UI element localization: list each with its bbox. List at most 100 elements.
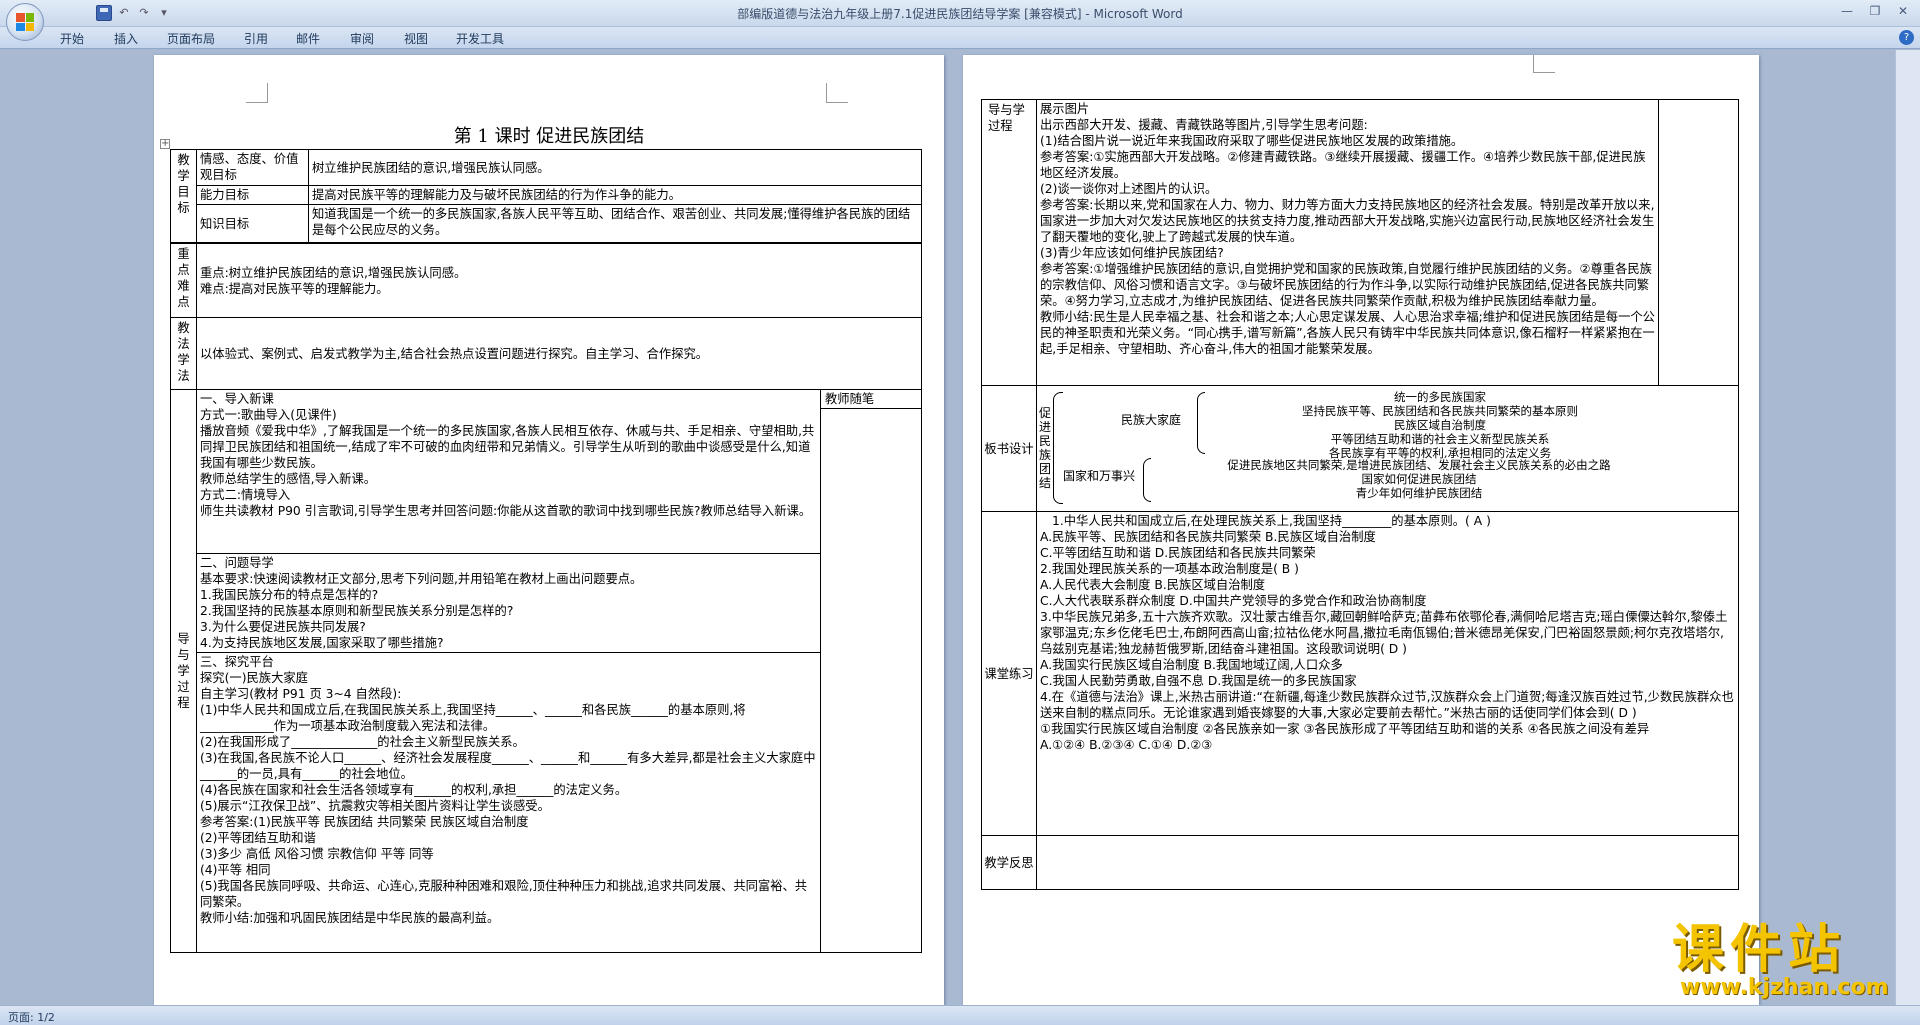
- paragraph: (4)各民族在国家和社会生活各领域享有______的权利,承担______的法定…: [200, 783, 628, 797]
- section-heading: 三、探究平台: [200, 655, 274, 669]
- board-branch-1-items: 统一的多民族国家 坚持民族平等、民族团结和各民族共同繁荣的基本原则 民族区域自治…: [1205, 390, 1675, 460]
- process-table-continued: 导与学过程 展示图片 出示西部大开发、援藏、青藏铁路等图片,引导学生思考问题: …: [981, 99, 1739, 890]
- reflect-content[interactable]: [1036, 835, 1739, 890]
- board-item: 青少年如何维护民族团结: [1355, 486, 1483, 500]
- question: 1.我国民族分布的特点是怎样的?: [200, 588, 379, 602]
- document-workspace: 第 1 课时 促进民族团结 + 教学目标 情感、态度、价值观目标 树立维护民族团…: [0, 50, 1895, 1005]
- goal-label-knowledge: 知识目标: [196, 204, 309, 243]
- paragraph: 展示图片: [1040, 102, 1090, 116]
- option: C.平等团结互助和谐 D.民族团结和各民族共同繁荣: [1040, 546, 1316, 560]
- board-brace: [1053, 392, 1063, 504]
- tab-view[interactable]: 视图: [404, 30, 428, 47]
- goal-text-ability: 提高对民族平等的理解能力及与破坏民族团结的行为作斗争的能力。: [308, 185, 922, 205]
- option: ①我国实行民族区域自治制度 ②各民族亲如一家 ③各民族形成了平等团结互助和谐的关…: [1040, 722, 1650, 736]
- practice-label: 课堂练习: [981, 511, 1037, 836]
- keypoint-difficulty: 难点:提高对民族平等的理解能力。: [200, 281, 389, 296]
- board-brace: [1197, 392, 1205, 454]
- tab-references[interactable]: 引用: [244, 30, 268, 47]
- paragraph: (2)平等团结互助和谐: [200, 831, 316, 845]
- teacher-notes-column: 教师随笔: [820, 389, 922, 953]
- board-item: 坚持民族平等、民族团结和各民族共同繁荣的基本原则: [1302, 404, 1578, 418]
- question: 4.在《道德与法治》课上,米热古丽讲道:“在新疆,每逢少数民族群众过节,汉族群众…: [1040, 690, 1734, 720]
- paragraph: 参考答案:(1)民族平等 民族团结 共同繁荣 民族区域自治制度: [200, 815, 529, 829]
- document-page-1: 第 1 课时 促进民族团结 + 教学目标 情感、态度、价值观目标 树立维护民族团…: [154, 55, 944, 1005]
- keypoint-focus: 重点:树立维护民族团结的意识,增强民族认同感。: [200, 265, 467, 280]
- ribbon-tab-bar: 开始 插入 页面布局 引用 邮件 审阅 视图 开发工具 ?: [0, 27, 1920, 49]
- paragraph: 师生共读教材 P90 引言歌词,引导学生思考并回答问题:你能从这首歌的歌词中找到…: [200, 504, 812, 518]
- document-page-2: 导与学过程 展示图片 出示西部大开发、援藏、青藏铁路等图片,引导学生思考问题: …: [963, 55, 1759, 1005]
- title-bar: ↶ ↷ ▾ 部编版道德与法治九年级上册7.1促进民族团结导学案 [兼容模式] -…: [0, 0, 1920, 27]
- board-item: 国家如何促进民族团结: [1361, 472, 1477, 486]
- option: A.人民代表大会制度 B.民族区域自治制度: [1040, 578, 1266, 592]
- page-count[interactable]: 页面: 1/2: [8, 1009, 55, 1025]
- paragraph: (3)多少 高低 风俗习惯 宗教信仰 平等 同等: [200, 847, 434, 861]
- notes-cell: [1658, 99, 1739, 386]
- paragraph: (2)谈一谈你对上述图片的认识。: [1040, 182, 1218, 196]
- board-item: 平等团结互助和谐的社会主义新型民族关系: [1330, 432, 1550, 446]
- question: 1.中华人民共和国成立后,在处理民族关系上,我国坚持________的基本原则。…: [1052, 514, 1491, 528]
- board-branch-2-items: 促进民族地区共同繁荣,是增进民族团结、发展社会主义民族关系的必由之路 国家如何促…: [1149, 458, 1689, 500]
- lesson-title: 第 1 课时 促进民族团结: [453, 126, 645, 147]
- process-label: 导与学过程: [981, 99, 1037, 386]
- board-design: 促进民族团结 民族大家庭 统一的多民族国家 坚持民族平等、民族团结和各民族共同繁…: [1036, 385, 1739, 512]
- method-label: 教法学法: [170, 317, 197, 390]
- window-title: 部编版道德与法治九年级上册7.1促进民族团结导学案 [兼容模式] - Micro…: [737, 7, 1183, 21]
- option: A.我国实行民族区域自治制度 B.我国地域辽阔,人口众多: [1040, 658, 1343, 672]
- watermark-logo: 课件站: [1672, 919, 1847, 980]
- paragraph: (2)在我国形成了______________的社会主义新型民族关系。: [200, 735, 525, 749]
- board-root: 促进民族团结: [1039, 406, 1052, 490]
- close-button[interactable]: ✕: [1890, 2, 1916, 20]
- tab-insert[interactable]: 插入: [114, 30, 138, 47]
- paragraph: 教师小结:民生是人民幸福之基、社会和谐之本;人心思定谋发展、人心思治求幸福;维护…: [1040, 310, 1655, 356]
- option: C.我国人民勤劳勇敢,自强不息 D.我国是统一的多民族国家: [1040, 674, 1357, 688]
- window-controls: — ❐ ✕: [1834, 2, 1916, 20]
- goal-text-knowledge: 知道我国是一个统一的多民族国家,各族人民平等互助、团结合作、艰苦创业、共同发展;…: [308, 204, 922, 243]
- paragraph: 方式二:情境导入: [200, 488, 291, 502]
- method-text: 以体验式、案例式、启发式教学为主,结合社会热点设置问题进行探究。自主学习、合作探…: [196, 317, 922, 390]
- section-explore: 三、探究平台 探究(一)民族大家庭 自主学习(教材 P91 页 3~4 自然段)…: [196, 652, 821, 953]
- option: C.人大代表联系群众制度 D.中国共产党领导的多党合作和政治协商制度: [1040, 594, 1427, 608]
- board-item: 统一的多民族国家: [1394, 390, 1486, 404]
- paragraph: (5)展示“江孜保卫战”、抗震救灾等相关图片资料让学生谈感受。: [200, 799, 550, 813]
- paragraph: (5)我国各民族同呼吸、共命运、心连心,克服种种困难和艰险,顶住种种压力和挑战,…: [200, 879, 808, 909]
- tab-developer[interactable]: 开发工具: [456, 30, 504, 47]
- paragraph: (4)平等 相同: [200, 863, 271, 877]
- board-item: 促进民族地区共同繁荣,是增进民族团结、发展社会主义民族关系的必由之路: [1227, 458, 1611, 472]
- help-icon[interactable]: ?: [1899, 30, 1914, 45]
- board-branch-2: 国家和万事兴: [1063, 469, 1136, 483]
- watermark-url: www.kjzhan.com: [1680, 975, 1889, 1000]
- keypoints-label: 重点难点: [170, 243, 197, 318]
- paragraph: 自主学习(教材 P91 页 3~4 自然段):: [200, 687, 402, 701]
- paragraph: 参考答案:①增强维护民族团结的意识,自觉拥护党和国家的民族政策,自觉履行维护民族…: [1040, 262, 1652, 308]
- question: 3.中华民族兄弟多,五十六族齐欢歌。汉壮蒙古维吾尔,藏回朝鲜哈萨克;苗彝布依鄂伦…: [1040, 610, 1728, 656]
- restore-button[interactable]: ❐: [1862, 2, 1888, 20]
- keypoints-table: 重点难点 重点:树立维护民族团结的意识,增强民族认同感。 难点:提高对民族平等的…: [170, 243, 922, 390]
- minimize-button[interactable]: —: [1834, 2, 1860, 20]
- board-label: 板书设计: [981, 385, 1037, 512]
- goal-label-ability: 能力目标: [196, 185, 309, 205]
- section-heading: 二、问题导学: [200, 556, 274, 570]
- tab-mailings[interactable]: 邮件: [296, 30, 320, 47]
- section-questions: 二、问题导学 基本要求:快速阅读教材正文部分,思考下列问题,并用铅笔在教材上画出…: [196, 553, 821, 653]
- question: 2.我国坚持的民族基本原则和新型民族关系分别是怎样的?: [200, 604, 514, 618]
- goal-text-emotion: 树立维护民族团结的意识,增强民族认同感。: [308, 149, 922, 186]
- tab-home[interactable]: 开始: [60, 30, 84, 47]
- paragraph: 探究(一)民族大家庭: [200, 671, 308, 685]
- margin-mark: [246, 83, 268, 103]
- teacher-notes-header: 教师随笔: [821, 391, 921, 409]
- goals-label: 教学目标: [170, 149, 197, 243]
- paragraph: 出示西部大开发、援藏、青藏铁路等图片,引导学生思考问题:: [1040, 118, 1368, 132]
- question: 4.为支持民族地区发展,国家采取了哪些措施?: [200, 636, 444, 650]
- tab-review[interactable]: 审阅: [350, 30, 374, 47]
- process-table: 导与学过程 一、导入新课 方式一:歌曲导入(见课件) 播放音频《爱我中华》,了解…: [170, 389, 922, 953]
- paragraph: 基本要求:快速阅读教材正文部分,思考下列问题,并用铅笔在教材上画出问题要点。: [200, 572, 643, 586]
- tab-page-layout[interactable]: 页面布局: [167, 30, 215, 47]
- paragraph: 参考答案:①实施西部大开发战略。②修建青藏铁路。③继续开展援藏、援疆工作。④培养…: [1040, 150, 1646, 180]
- section-intro: 一、导入新课 方式一:歌曲导入(见课件) 播放音频《爱我中华》,了解我国是一个统…: [196, 389, 821, 554]
- practice-content: 1.中华人民共和国成立后,在处理民族关系上,我国坚持________的基本原则。…: [1036, 511, 1739, 836]
- option: A.①②④ B.②③④ C.①④ D.②③: [1040, 738, 1213, 752]
- paragraph: (1)结合图片说一说近年来我国政府采取了哪些促进民族地区发展的政策措施。: [1040, 134, 1464, 148]
- vertical-scrollbar[interactable]: [1895, 50, 1920, 1005]
- office-button[interactable]: [6, 3, 44, 41]
- table-move-handle-icon[interactable]: +: [160, 139, 170, 149]
